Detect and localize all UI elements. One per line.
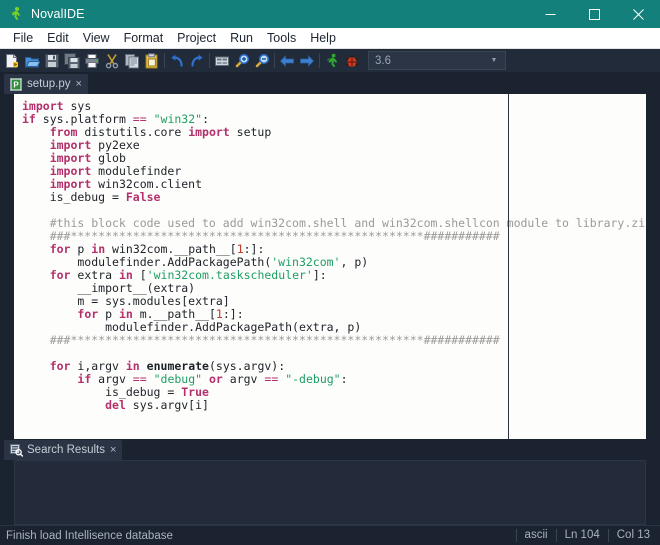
code-editor[interactable]: import sys if sys.platform == "win32": fr…: [14, 94, 646, 439]
menu-bar: File Edit View Format Project Run Tools …: [0, 28, 660, 49]
navigate-back-icon[interactable]: [277, 51, 296, 70]
maximize-button[interactable]: [572, 0, 616, 28]
toolbar-separator: [209, 53, 210, 68]
copy-icon[interactable]: [122, 51, 141, 70]
window-controls: [528, 0, 660, 28]
menu-item-file[interactable]: File: [6, 29, 40, 47]
bottom-tab-strip: Search Results ×: [0, 439, 660, 460]
menu-item-view[interactable]: View: [76, 29, 117, 47]
editor-gutter: [14, 94, 22, 439]
svg-text:P: P: [13, 80, 19, 89]
editor-tab-strip: P setup.py ×: [0, 73, 660, 94]
toolbar-separator: [274, 53, 275, 68]
paste-icon[interactable]: [142, 51, 161, 70]
editor-tab-setup-py[interactable]: P setup.py ×: [4, 74, 88, 94]
close-icon[interactable]: ×: [75, 78, 81, 90]
menu-item-run[interactable]: Run: [223, 29, 260, 47]
margin-guide-line: [508, 94, 509, 439]
toolbar: 3.6 ▼: [0, 49, 660, 73]
minimize-button[interactable]: [528, 0, 572, 28]
interpreter-select[interactable]: 3.6 ▼: [368, 51, 506, 70]
code-text[interactable]: import sys if sys.platform == "win32": fr…: [22, 94, 646, 439]
bottom-panel: Search Results ×: [0, 439, 660, 525]
editor-tab-label: setup.py: [27, 78, 71, 90]
runner-icon: [8, 6, 24, 22]
menu-item-tools[interactable]: Tools: [260, 29, 303, 47]
toolbar-separator: [164, 53, 165, 68]
python-file-icon: P: [10, 77, 22, 91]
open-file-icon[interactable]: [22, 51, 41, 70]
code-line: ###*************************************…: [22, 333, 500, 347]
menu-item-help[interactable]: Help: [303, 29, 343, 47]
menu-item-format[interactable]: Format: [117, 29, 171, 47]
save-icon[interactable]: [42, 51, 61, 70]
window-title: NovalIDE: [31, 7, 85, 21]
menu-item-edit[interactable]: Edit: [40, 29, 76, 47]
toolbar-separator: [319, 53, 320, 68]
navigate-forward-icon[interactable]: [297, 51, 316, 70]
status-message: Finish load Intellisence database: [6, 529, 173, 542]
editor-container: import sys if sys.platform == "win32": fr…: [0, 94, 660, 439]
save-all-icon[interactable]: [62, 51, 81, 70]
chevron-down-icon: ▼: [490, 57, 498, 64]
status-line: Ln 104: [555, 529, 608, 542]
bottom-tab-label: Search Results: [27, 444, 105, 456]
zoom-out-icon[interactable]: [252, 51, 271, 70]
redo-icon[interactable]: [187, 51, 206, 70]
interpreter-value: 3.6: [375, 54, 391, 67]
code-line: is_debug = False: [22, 190, 161, 204]
debug-icon[interactable]: [342, 51, 361, 70]
status-column: Col 13: [607, 529, 660, 542]
zoom-in-icon[interactable]: [232, 51, 251, 70]
close-icon[interactable]: ×: [110, 444, 116, 456]
code-line: del sys.argv[i]: [105, 398, 209, 412]
search-results-content[interactable]: [14, 460, 646, 525]
menu-item-project[interactable]: Project: [170, 29, 223, 47]
undo-icon[interactable]: [167, 51, 186, 70]
application-window: NovalIDE File Edit View Format Project R…: [0, 0, 660, 545]
cut-icon[interactable]: [102, 51, 121, 70]
find-replace-icon[interactable]: [212, 51, 231, 70]
status-encoding: ascii: [515, 529, 556, 542]
status-bar: Finish load Intellisence database ascii …: [0, 525, 660, 545]
close-button[interactable]: [616, 0, 660, 28]
bottom-tab-search-results[interactable]: Search Results ×: [4, 440, 123, 460]
new-file-icon[interactable]: [2, 51, 21, 70]
search-results-icon: [10, 443, 23, 457]
title-bar: NovalIDE: [0, 0, 660, 28]
run-icon[interactable]: [322, 51, 341, 70]
print-icon[interactable]: [82, 51, 101, 70]
